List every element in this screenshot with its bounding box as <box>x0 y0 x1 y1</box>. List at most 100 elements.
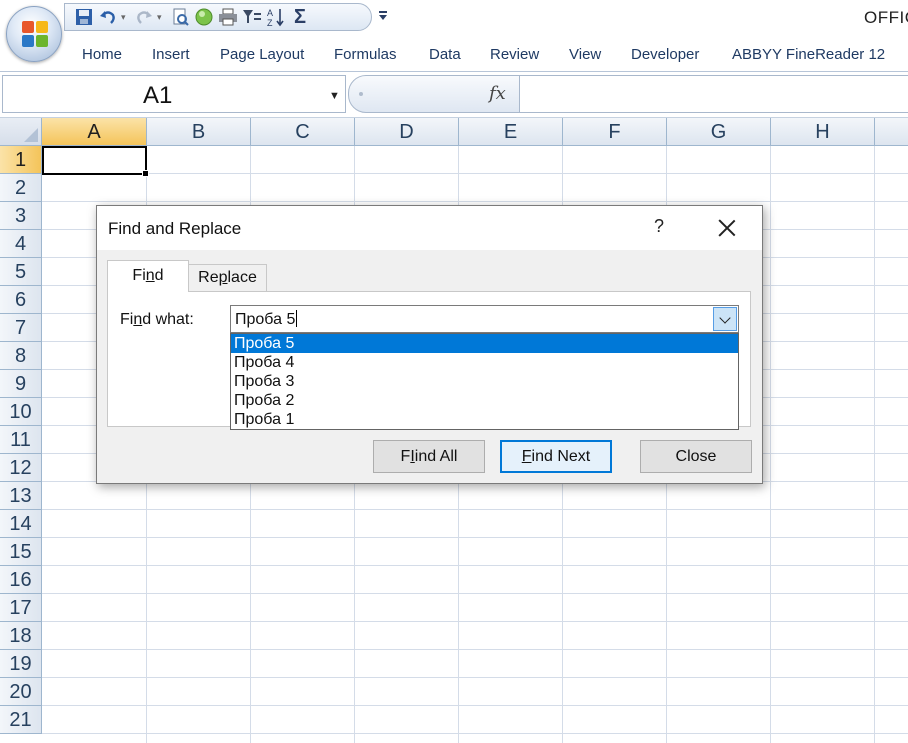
row-header-5[interactable]: 5 <box>0 258 42 286</box>
tab-replace-label-end: lace <box>227 269 257 286</box>
row-header-9[interactable]: 9 <box>0 370 42 398</box>
column-header-h[interactable]: H <box>771 118 875 146</box>
history-item[interactable]: Проба 5 <box>231 334 738 353</box>
active-cell-a1[interactable] <box>42 146 149 177</box>
grid-row-line <box>42 677 908 678</box>
tab-data[interactable]: Data <box>429 46 461 63</box>
row-header-12[interactable]: 12 <box>0 454 42 482</box>
row-header-3[interactable]: 3 <box>0 202 42 230</box>
history-item[interactable]: Проба 1 <box>231 410 738 429</box>
insert-function-icon[interactable]: fx <box>489 83 506 104</box>
excel-window: ▾ ▾ AZ Σ OFFIC <box>0 0 908 743</box>
row-header-15[interactable]: 15 <box>0 538 42 566</box>
tab-find-label-end: d <box>154 267 164 284</box>
find-next-button[interactable]: Find Next <box>500 440 612 473</box>
row-header-21[interactable]: 21 <box>0 706 42 734</box>
column-header-c[interactable]: C <box>251 118 355 146</box>
close-button[interactable]: Close <box>640 440 752 473</box>
tab-formulas[interactable]: Formulas <box>334 46 397 63</box>
column-header-g[interactable]: G <box>667 118 771 146</box>
sum-icon[interactable]: Σ <box>289 6 311 28</box>
grid-row-line <box>42 509 908 510</box>
customize-icon[interactable] <box>378 8 388 24</box>
row-header-10[interactable]: 10 <box>0 398 42 426</box>
row-header-7[interactable]: 7 <box>0 314 42 342</box>
column-header-e[interactable]: E <box>459 118 563 146</box>
grid-row-line <box>42 649 908 650</box>
tab-insert[interactable]: Insert <box>152 46 190 63</box>
text-caret <box>296 310 298 327</box>
tab-home[interactable]: Home <box>82 46 122 63</box>
name-box[interactable]: A1 ▼ <box>2 75 346 113</box>
column-header-next[interactable] <box>875 118 908 146</box>
row-header-18[interactable]: 18 <box>0 622 42 650</box>
row-header-2[interactable]: 2 <box>0 174 42 202</box>
resize-handle-icon[interactable] <box>359 92 363 96</box>
window-title: OFFIC <box>864 8 908 27</box>
history-item[interactable]: Проба 3 <box>231 372 738 391</box>
tab-review[interactable]: Review <box>490 46 539 63</box>
dialog-title-bar[interactable]: Find and Replace ? <box>97 206 762 250</box>
find-what-combobox[interactable]: Проба 5 <box>230 305 739 333</box>
print-icon[interactable] <box>217 6 239 28</box>
undo-dropdown-icon[interactable]: ▾ <box>121 12 131 23</box>
tab-developer[interactable]: Developer <box>631 46 699 63</box>
print-preview-icon[interactable] <box>169 6 191 28</box>
row-header-4[interactable]: 4 <box>0 230 42 258</box>
row-header-14[interactable]: 14 <box>0 510 42 538</box>
column-header-d[interactable]: D <box>355 118 459 146</box>
office-button[interactable] <box>6 6 62 62</box>
tab-abbyy-finereader[interactable]: ABBYY FineReader 12 <box>732 46 885 63</box>
tab-find[interactable]: Find <box>107 260 189 292</box>
grid-row-line <box>42 733 908 734</box>
undo-icon[interactable] <box>97 6 119 28</box>
grid-row-line <box>42 565 908 566</box>
find-what-label-start: Fi <box>120 311 134 328</box>
quick-access-toolbar: ▾ ▾ AZ Σ <box>64 3 372 31</box>
find-what-value: Проба 5 <box>235 311 296 328</box>
tab-find-mnemonic: n <box>145 267 155 284</box>
find-what-input[interactable]: Проба 5 <box>235 310 298 329</box>
row-header-8[interactable]: 8 <box>0 342 42 370</box>
find-next-mnemonic: F <box>521 448 532 465</box>
redo-dropdown-icon[interactable]: ▾ <box>157 12 167 23</box>
grid-row-line <box>42 593 908 594</box>
find-next-label: ind Next <box>531 448 591 465</box>
svg-text:Z: Z <box>267 18 273 27</box>
select-all-button[interactable] <box>0 118 42 146</box>
row-header-17[interactable]: 17 <box>0 594 42 622</box>
sort-az-icon[interactable]: AZ <box>265 6 287 28</box>
record-icon[interactable] <box>193 6 215 28</box>
history-item[interactable]: Проба 4 <box>231 353 738 372</box>
find-what-label: Find what: <box>120 311 194 329</box>
row-header-11[interactable]: 11 <box>0 426 42 454</box>
filter-icon[interactable] <box>241 6 263 28</box>
formula-input[interactable] <box>520 75 908 113</box>
row-header-1[interactable]: 1 <box>0 146 42 174</box>
tab-replace-label: Re <box>198 269 219 286</box>
name-box-dropdown-icon[interactable]: ▼ <box>329 90 340 102</box>
grid-column-line <box>770 146 771 743</box>
chevron-down-icon[interactable] <box>713 307 737 331</box>
find-what-mnemonic: n <box>133 311 143 328</box>
column-header-b[interactable]: B <box>147 118 251 146</box>
row-header-19[interactable]: 19 <box>0 650 42 678</box>
save-icon[interactable] <box>73 6 95 28</box>
tab-page-layout[interactable]: Page Layout <box>220 46 304 63</box>
column-header-a[interactable]: A <box>42 118 147 146</box>
column-header-f[interactable]: F <box>563 118 667 146</box>
row-header-20[interactable]: 20 <box>0 678 42 706</box>
find-all-button[interactable]: FIind All <box>373 440 485 473</box>
row-header-6[interactable]: 6 <box>0 286 42 314</box>
row-header-16[interactable]: 16 <box>0 566 42 594</box>
grid-column-line <box>874 146 875 743</box>
find-history-dropdown[interactable]: Проба 5 Проба 4 Проба 3 Проба 2 Проба 1 <box>230 333 739 430</box>
close-icon[interactable] <box>713 214 741 242</box>
row-header-13[interactable]: 13 <box>0 482 42 510</box>
tab-view[interactable]: View <box>569 46 601 63</box>
redo-icon[interactable] <box>133 6 155 28</box>
history-item[interactable]: Проба 2 <box>231 391 738 410</box>
help-icon[interactable]: ? <box>649 216 669 240</box>
title-bar: ▾ ▾ AZ Σ OFFIC <box>0 0 908 62</box>
tab-replace[interactable]: Replace <box>189 264 267 292</box>
